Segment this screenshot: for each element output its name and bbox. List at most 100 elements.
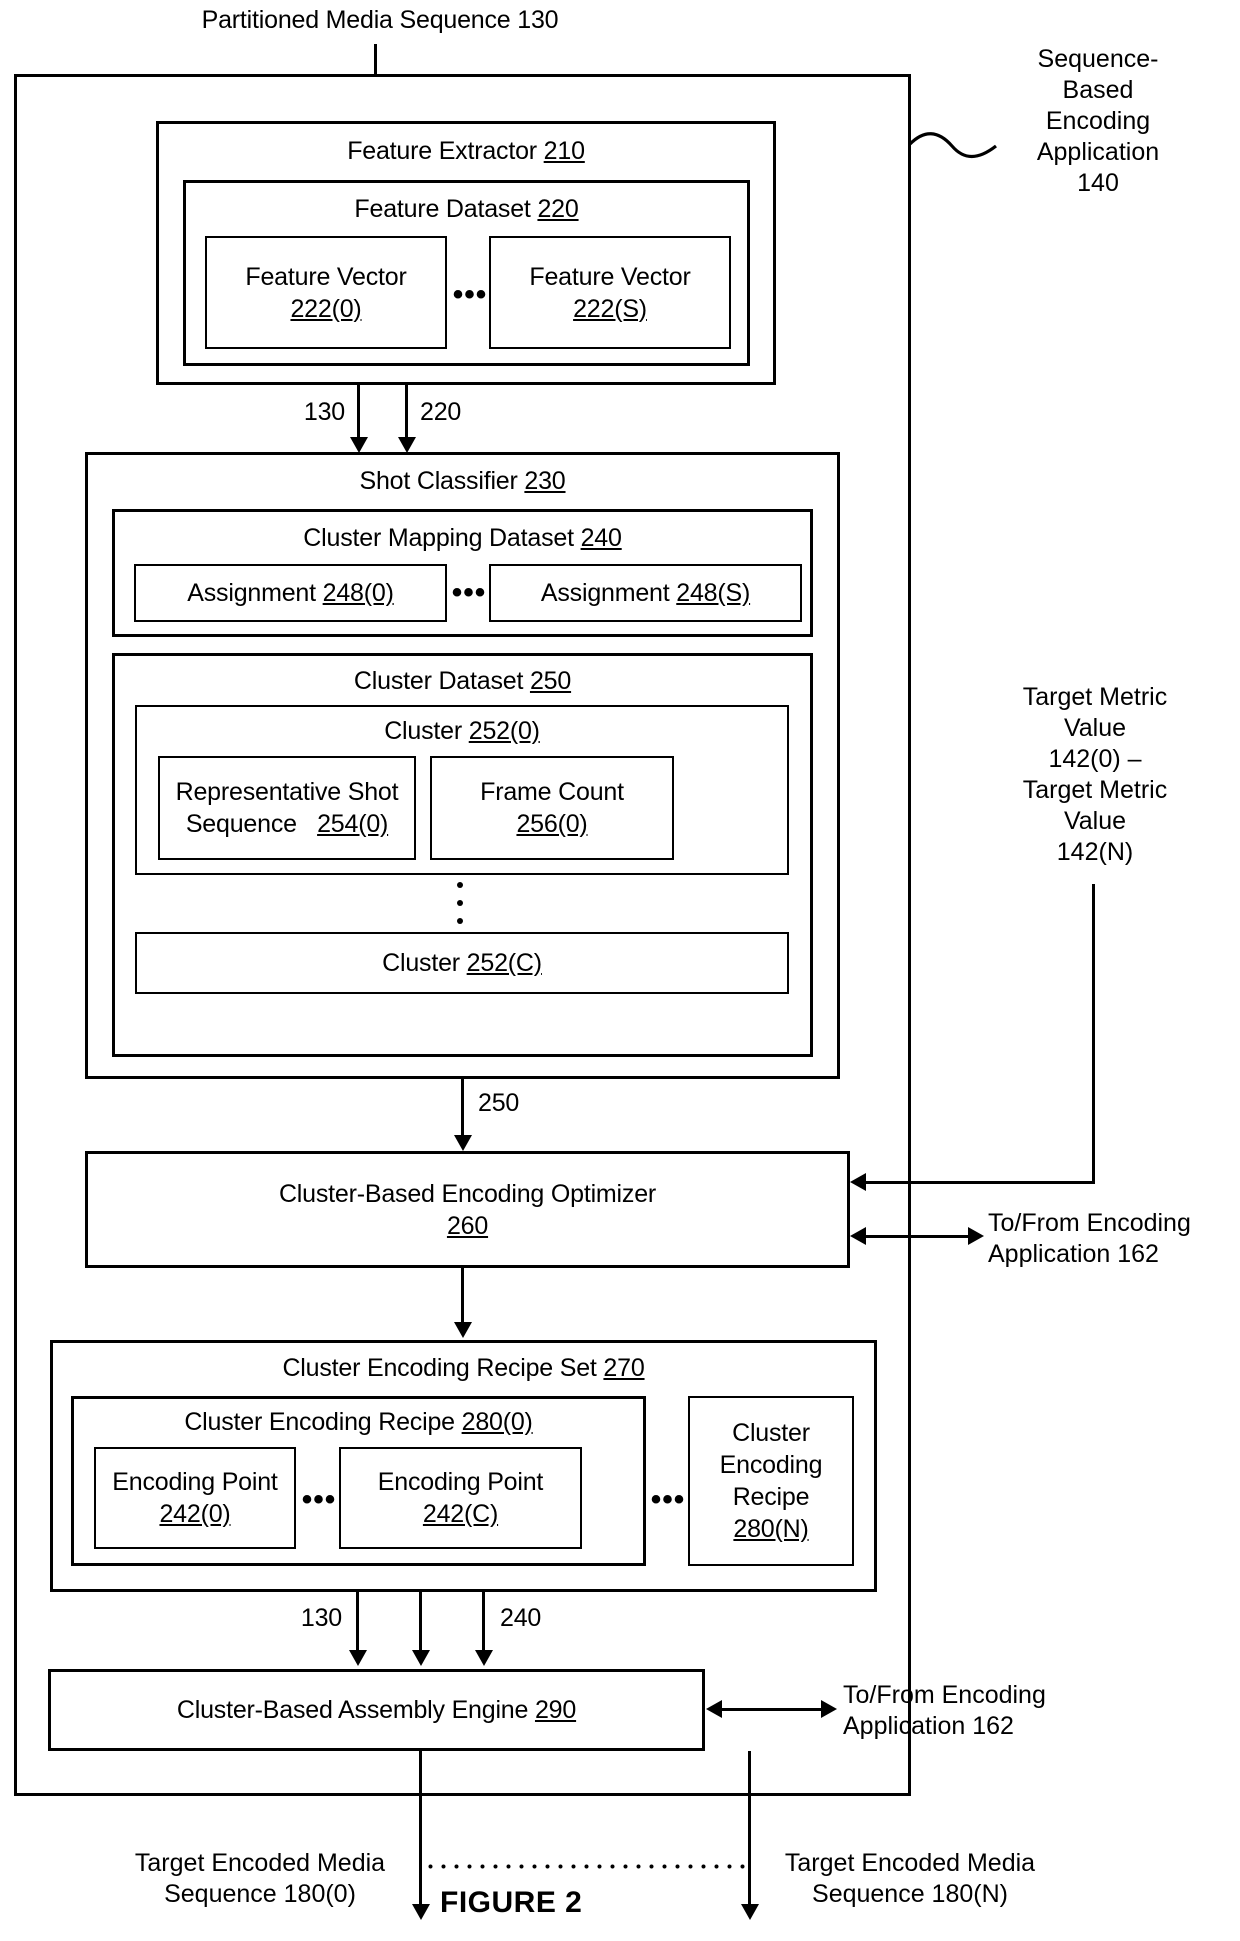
shot-classifier-ref: 230 <box>524 467 566 495</box>
feature-extractor-title: Feature Extractor 210 <box>156 132 776 170</box>
cluster-0-title-text: Cluster <box>384 717 462 745</box>
feature-vector-0-ref: 222(0) <box>290 294 362 323</box>
assignment-0-box: Assignment 248(0) <box>134 564 447 622</box>
arrow-line-220-to-shot-classifier <box>405 385 408 440</box>
shot-classifier-title: Shot Classifier 230 <box>85 462 840 500</box>
feature-dataset-ref: 220 <box>537 195 579 223</box>
encoding-point-c-box: Encoding Point 242(C) <box>339 1447 582 1549</box>
assignment-0-title: Assignment <box>187 579 316 607</box>
arrow-head-optimizer-to-recipe-set <box>454 1322 472 1338</box>
frame-count-box: Frame Count 256(0) <box>430 756 674 860</box>
target-metric-line-6: 142(N) <box>1056 838 1134 866</box>
arrow-head-220-to-shot-classifier <box>398 437 416 453</box>
feature-dataset-title-text: Feature Dataset <box>354 195 531 223</box>
arrow-head-target-metric-to-optimizer <box>850 1173 866 1191</box>
arrow-head-recipe-to-assembly <box>412 1650 430 1666</box>
assignment-s-ref: 248(S) <box>676 579 751 607</box>
recipe-n-ref: 280(N) <box>733 1515 809 1543</box>
encoding-point-ellipsis: ••• <box>301 1483 337 1516</box>
target-metric-feed-vertical-line <box>1092 884 1095 1184</box>
figure-canvas: Partitioned Media Sequence 130 Sequence-… <box>0 0 1240 1941</box>
recipe-n-line-2: Encoding <box>719 1451 823 1479</box>
recipe-0-title-text: Cluster Encoding Recipe <box>184 1408 455 1436</box>
assembly-engine-title: Cluster-Based Assembly Engine <box>176 1696 529 1724</box>
target-metric-feed-horizontal-line <box>866 1181 1095 1184</box>
cluster-mapping-dataset-ref: 240 <box>580 524 622 552</box>
arrow-head-optimizer-io-out <box>968 1227 984 1245</box>
edge-label-130-recipe-to-assembly: 130 <box>300 1604 342 1632</box>
edge-label-240-recipe-to-assembly: 240 <box>500 1604 542 1632</box>
output-left-line-2: Sequence 180(0) <box>164 1880 356 1908</box>
shot-classifier-title-text: Shot Classifier <box>359 467 518 495</box>
target-metric-line-2: Value <box>1063 714 1127 742</box>
target-metric-line-4: Target Metric <box>1022 776 1168 804</box>
cluster-c-ref: 252(C) <box>466 949 542 977</box>
output-dotted-connector <box>424 1864 746 1869</box>
arrow-line-130-to-assembly <box>356 1592 359 1652</box>
recipe-set-ellipsis: ••• <box>650 1483 686 1516</box>
feature-vector-ellipsis: ••• <box>452 278 488 311</box>
arrow-line-130-to-shot-classifier <box>357 385 360 440</box>
assembly-external-io-label: To/From Encoding Application 162 <box>843 1680 1103 1742</box>
cluster-encoding-recipe-set-title: Cluster Encoding Recipe Set 270 <box>50 1349 877 1387</box>
frame-count-ref: 256(0) <box>516 810 588 838</box>
feature-extractor-ref: 210 <box>543 137 585 165</box>
edge-label-220-feature-to-classifier: 220 <box>420 398 462 426</box>
feature-dataset-title: Feature Dataset 220 <box>183 190 750 228</box>
arrow-head-assembly-io-in <box>706 1700 722 1718</box>
arrow-head-130-to-assembly <box>349 1650 367 1666</box>
input-label-partitioned-media-sequence: Partitioned Media Sequence 130 <box>201 6 559 34</box>
optimizer-external-io-line <box>866 1235 971 1238</box>
output-label-180-0: Target Encoded Media Sequence 180(0) <box>110 1848 410 1910</box>
recipe-0-ref: 280(0) <box>461 1408 533 1436</box>
feature-vector-0-title: Feature Vector <box>245 262 407 291</box>
optimizer-external-io-label: To/From Encoding Application 162 <box>988 1208 1240 1270</box>
cluster-c-title: Cluster <box>382 949 460 977</box>
feature-vector-0-box: Feature Vector 222(0) <box>205 236 447 349</box>
optimizer-title: Cluster-Based Encoding Optimizer <box>278 1180 657 1208</box>
callout-line-1: Sequence- <box>1037 45 1159 73</box>
callout-line-3: Encoding <box>1045 107 1151 135</box>
output-right-line-2: Sequence 180(N) <box>812 1880 1008 1908</box>
cluster-encoding-recipe-n-box: Cluster Encoding Recipe 280(N) <box>688 1396 854 1566</box>
assembly-io-line-2: Application 162 <box>843 1712 1014 1740</box>
encoding-point-c-title: Encoding Point <box>377 1468 544 1496</box>
cluster-dataset-ref: 250 <box>529 667 572 695</box>
target-metric-line-5: Value <box>1063 807 1127 835</box>
feature-vector-s-box: Feature Vector 222(S) <box>489 236 731 349</box>
arrow-head-assembly-io-out <box>821 1700 837 1718</box>
arrow-head-130-to-shot-classifier <box>350 437 368 453</box>
callout-line-2: Based <box>1062 76 1134 104</box>
arrow-line-shot-classifier-to-optimizer <box>461 1079 464 1137</box>
representative-shot-sequence-line-2: Sequence <box>185 810 297 838</box>
arrow-head-output-180-0 <box>412 1904 430 1920</box>
encoding-point-0-ref: 242(0) <box>159 1500 231 1528</box>
assignment-s-box: Assignment 248(S) <box>489 564 802 622</box>
target-metric-line-1: Target Metric <box>1022 683 1168 711</box>
cluster-mapping-dataset-title-text: Cluster Mapping Dataset <box>303 524 574 552</box>
arrow-head-optimizer-io-in <box>850 1227 866 1245</box>
feature-extractor-title-text: Feature Extractor <box>347 137 537 165</box>
optimizer-io-line-2: Application 162 <box>988 1240 1159 1268</box>
cluster-0-ref: 252(0) <box>468 717 540 745</box>
callout-line-4: Application <box>1036 138 1160 166</box>
output-right-line-1: Target Encoded Media <box>784 1849 1036 1877</box>
representative-shot-sequence-ref: 254(0) <box>317 810 389 838</box>
recipe-set-title-text: Cluster Encoding Recipe Set <box>282 1354 597 1382</box>
assignment-s-title: Assignment <box>540 579 670 607</box>
assembly-external-io-line <box>722 1708 824 1711</box>
figure-caption: FIGURE 2 <box>440 1886 583 1919</box>
cluster-encoding-recipe-0-title: Cluster Encoding Recipe 280(0) <box>71 1404 646 1440</box>
arrow-head-shot-classifier-to-optimizer <box>454 1135 472 1151</box>
edge-label-250-classifier-to-optimizer: 250 <box>478 1089 520 1117</box>
target-metric-line-3: 142(0) – <box>1048 745 1142 773</box>
frame-count-line-1: Frame Count <box>480 778 624 806</box>
arrow-head-240-to-assembly <box>475 1650 493 1666</box>
cluster-dataset-title: Cluster Dataset 250 <box>112 662 813 700</box>
assembly-io-line-1: To/From Encoding <box>843 1681 1046 1709</box>
cluster-based-assembly-engine-label: Cluster-Based Assembly Engine 290 <box>48 1669 705 1751</box>
target-metric-value-label: Target Metric Value 142(0) – Target Metr… <box>970 682 1220 868</box>
arrow-line-recipe-to-assembly <box>419 1592 422 1652</box>
optimizer-io-line-1: To/From Encoding <box>988 1209 1191 1237</box>
cluster-0-title: Cluster 252(0) <box>135 713 789 749</box>
